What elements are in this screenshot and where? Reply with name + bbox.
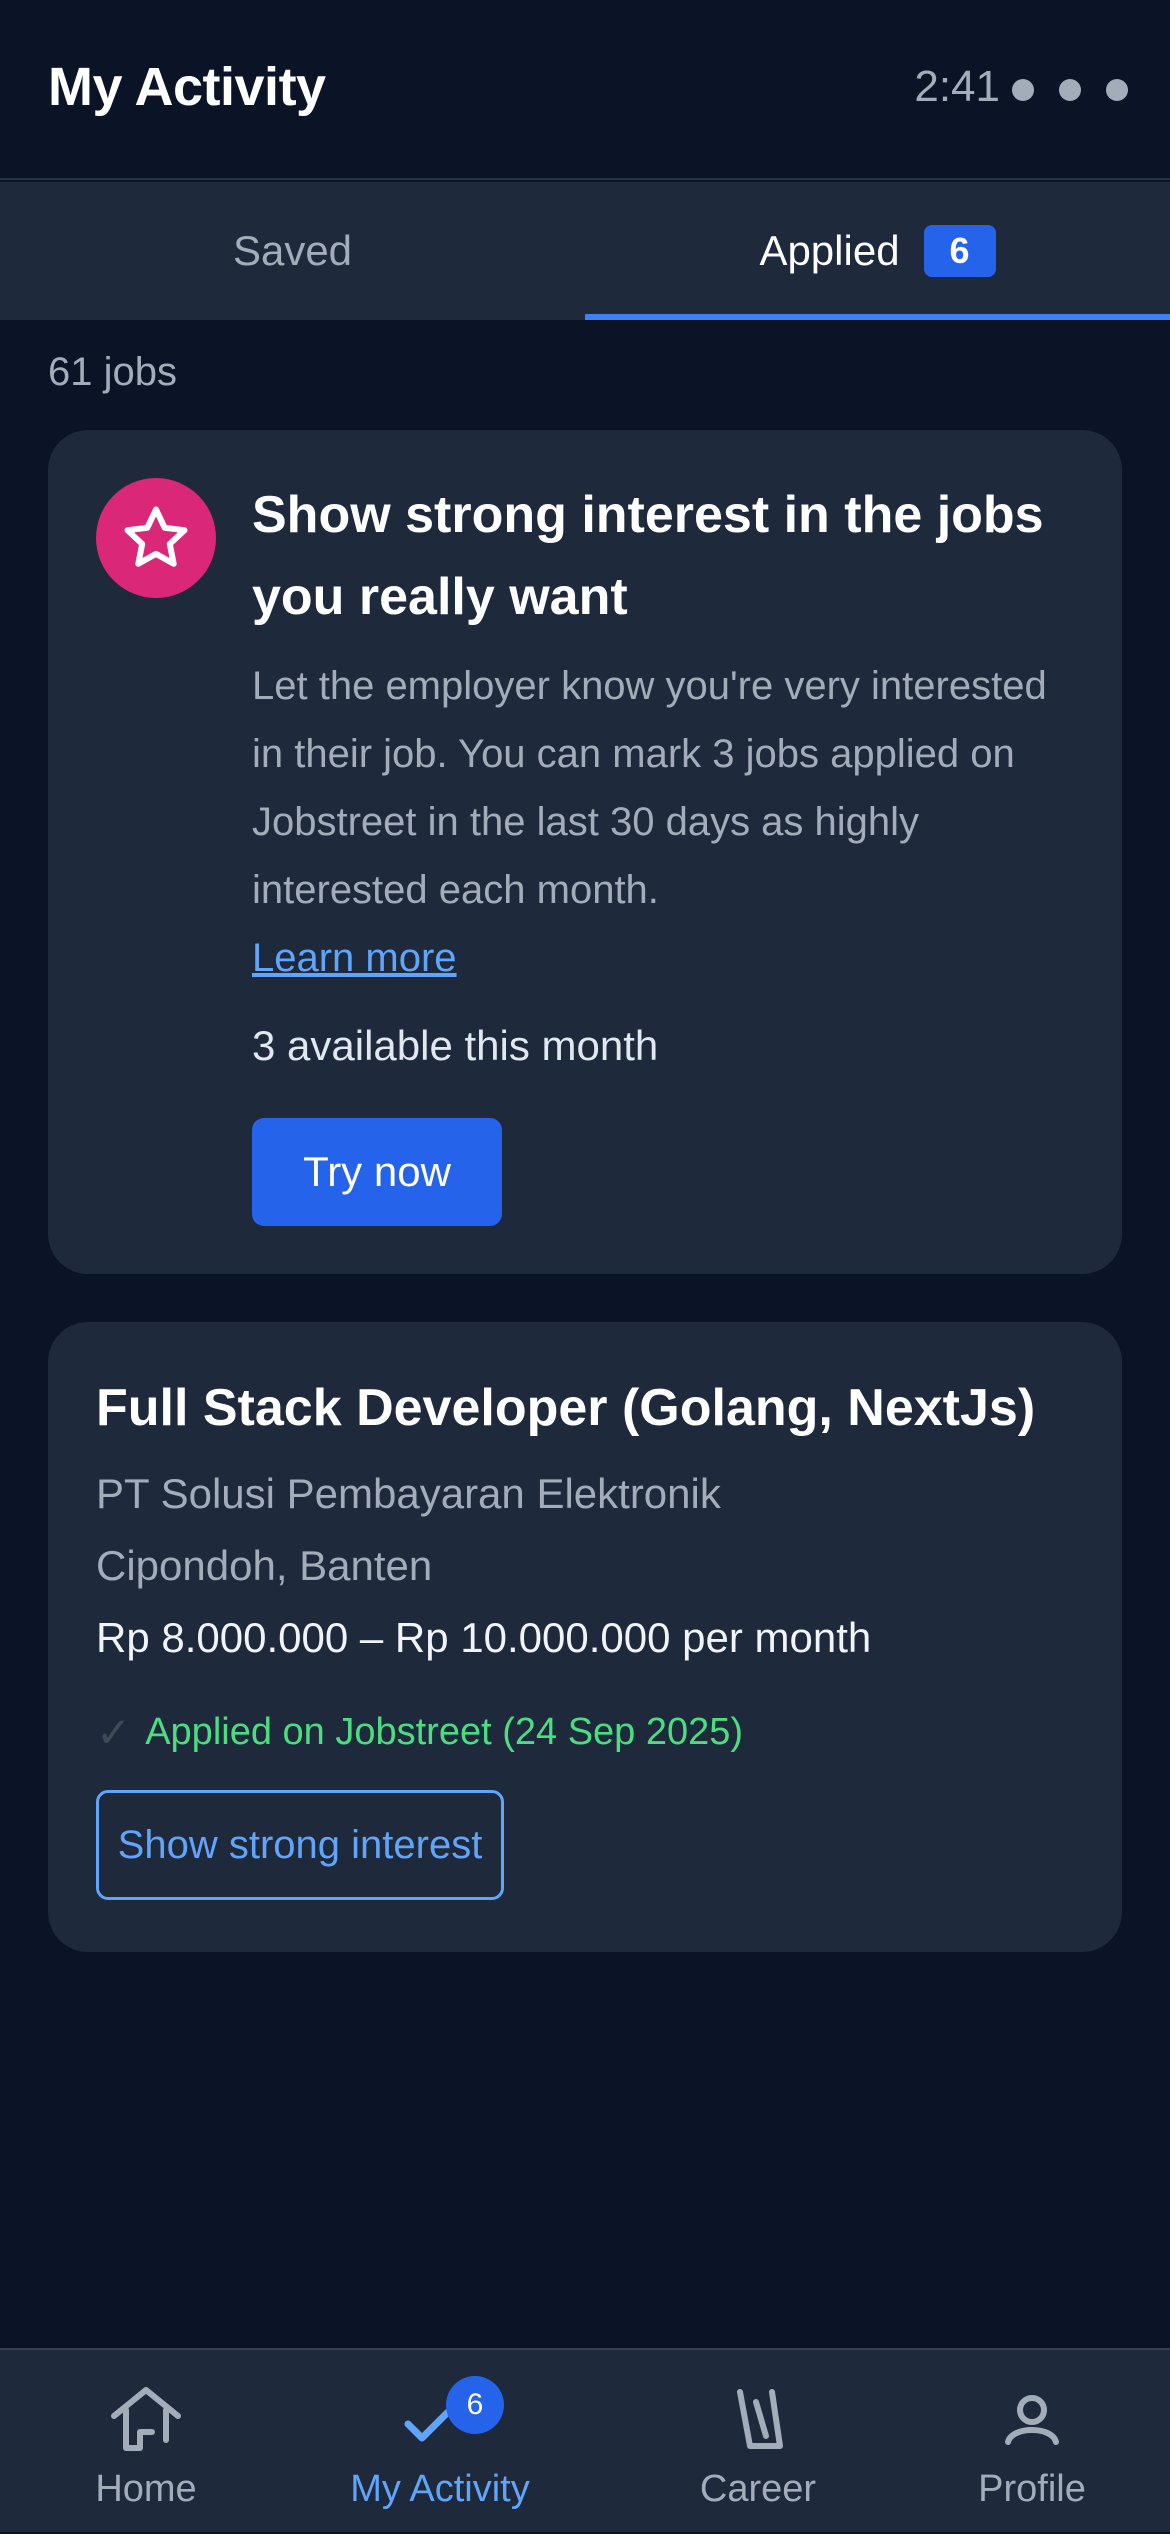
job-title[interactable]: Full Stack Developer (Golang, NextJs) — [96, 1378, 1035, 1438]
more-dot-icon — [1012, 79, 1034, 101]
job-location: Cipondoh, Banten — [96, 1542, 433, 1589]
check-icon: 6 — [400, 2376, 504, 2454]
star-icon — [96, 478, 216, 598]
bottom-navigation: Home 6 My Activity Career Profile — [0, 2348, 1170, 2532]
nav-my-activity[interactable]: 6 My Activity — [294, 2350, 586, 2534]
profile-icon — [992, 2384, 1072, 2454]
nav-career-label: Career — [699, 2468, 817, 2510]
more-dot-icon — [1059, 79, 1081, 101]
learn-more-link[interactable]: Learn more — [252, 936, 457, 980]
page-title: My Activity — [48, 57, 326, 117]
applied-status-text: Applied on Jobstreet (24 Sep 2025) — [145, 1711, 744, 1753]
applied-status: ✓ Applied on Jobstreet (24 Sep 2025) — [96, 1708, 743, 1757]
nav-home-label: Home — [95, 2468, 197, 2510]
home-icon — [106, 2384, 186, 2454]
nav-career[interactable]: Career — [612, 2350, 904, 2534]
nav-home[interactable]: Home — [0, 2350, 292, 2534]
available-count: 3 available this month — [252, 1022, 659, 1069]
promo-description: Let the employer know you're very intere… — [252, 652, 1052, 992]
job-card[interactable]: Full Stack Developer (Golang, NextJs) PT… — [48, 1322, 1122, 1952]
nav-profile-label: Profile — [978, 2468, 1086, 2510]
tab-saved[interactable]: Saved — [0, 182, 585, 320]
tab-applied-label: Applied — [759, 227, 900, 274]
nav-profile[interactable]: Profile — [886, 2350, 1170, 2534]
activity-count-badge: 6 — [446, 2376, 504, 2434]
nav-my-activity-label: My Activity — [350, 2468, 530, 2510]
tab-saved-label: Saved — [232, 227, 353, 274]
app-header: My Activity 2:41 — [0, 0, 1170, 180]
activity-tabs: Saved Applied 6 — [0, 182, 1170, 320]
jobs-count: 61 jobs — [48, 350, 177, 394]
more-dot-icon — [1106, 79, 1128, 101]
promo-title: Show strong interest in the jobs you rea… — [252, 486, 1044, 626]
check-icon: ✓ — [96, 1709, 132, 1756]
try-now-button[interactable]: Try now — [252, 1118, 502, 1226]
job-salary: Rp 8.000.000 – Rp 10.000.000 per month — [96, 1614, 872, 1661]
applied-count-badge: 6 — [923, 225, 996, 277]
show-strong-interest-button[interactable]: Show strong interest — [96, 1790, 504, 1900]
more-options-button[interactable] — [1012, 70, 1128, 110]
promo-body-text: Let the employer know you're very intere… — [252, 664, 1047, 912]
active-tab-indicator — [585, 314, 1170, 320]
job-company: PT Solusi Pembayaran Elektronik — [96, 1470, 721, 1517]
career-icon — [718, 2384, 798, 2454]
status-time: 2:41 — [914, 62, 1000, 111]
tab-applied[interactable]: Applied 6 — [585, 182, 1170, 320]
strong-interest-promo-card: Show strong interest in the jobs you rea… — [48, 430, 1122, 1274]
